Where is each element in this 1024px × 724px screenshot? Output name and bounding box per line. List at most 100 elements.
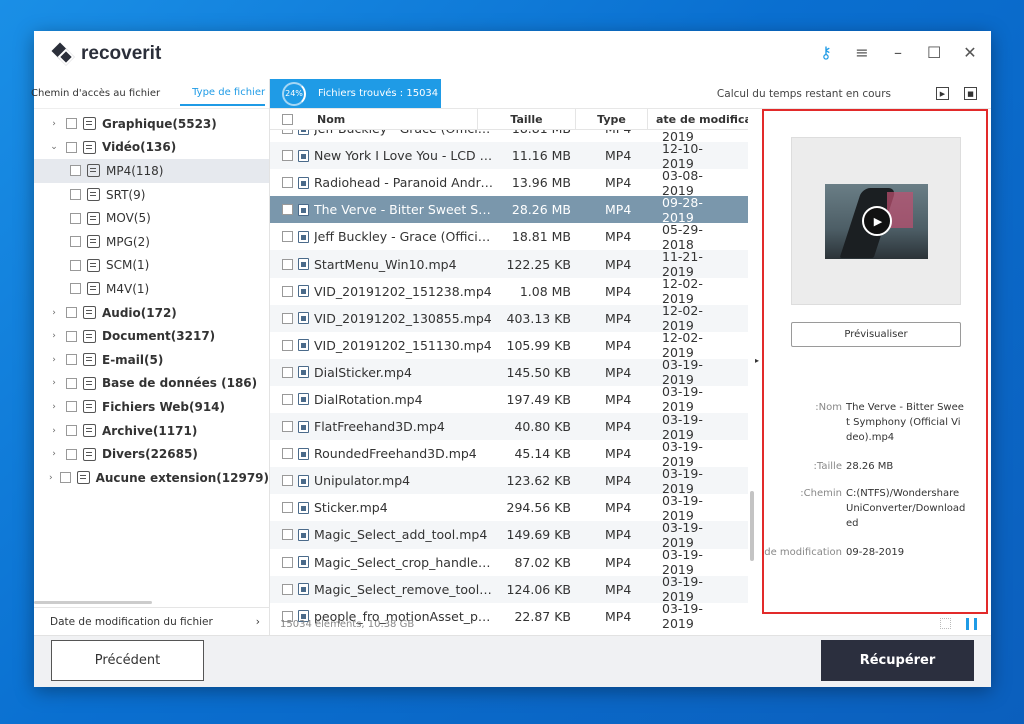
tree-item[interactable]: › Aucune extension(12979) xyxy=(34,466,269,490)
play-pause-icon[interactable]: ▶ xyxy=(936,87,949,100)
table-row[interactable]: Sticker.mp4 294.56 KB MP4 03-19-2019 xyxy=(270,493,748,523)
list-view-icon[interactable] xyxy=(966,618,977,630)
tree-checkbox[interactable] xyxy=(66,330,77,342)
date-filter[interactable]: Date de modification du fichier › xyxy=(34,607,270,635)
stop-icon[interactable]: ■ xyxy=(964,87,977,100)
maximize-icon[interactable]: ☐ xyxy=(927,45,941,61)
row-checkbox[interactable] xyxy=(282,475,293,487)
row-checkbox[interactable] xyxy=(282,177,293,189)
expand-arrow-icon[interactable]: › xyxy=(46,331,62,341)
tree-checkbox[interactable] xyxy=(70,165,81,177)
tree-item[interactable]: MP4(118) xyxy=(34,159,269,183)
table-row[interactable]: VID_20191202_151238.mp4 1.08 MB MP4 12-02-2… xyxy=(270,276,748,306)
tree-item[interactable]: SCM(1) xyxy=(34,254,269,278)
close-icon[interactable]: ✕ xyxy=(963,45,977,61)
header-type[interactable]: Type xyxy=(576,109,648,130)
row-checkbox[interactable] xyxy=(282,339,293,351)
left-horizontal-scrollbar[interactable] xyxy=(34,601,270,604)
table-row[interactable]: RoundedFreehand3D.mp4 45.14 KB MP4 03-19-20… xyxy=(270,439,748,469)
tree-checkbox[interactable] xyxy=(66,307,77,319)
tree-item[interactable]: › Divers(22685) xyxy=(34,442,269,466)
grid-view-icon[interactable] xyxy=(940,618,951,629)
minimize-icon[interactable]: – xyxy=(891,45,905,61)
table-row[interactable]: VID_20191202_130855.mp4 403.13 KB MP4 12-02… xyxy=(270,303,748,333)
table-row[interactable]: DialRotation.mp4 197.49 KB MP4 03-19-2019 xyxy=(270,384,748,414)
expand-preview-icon[interactable]: ▸ xyxy=(755,356,759,365)
expand-arrow-icon[interactable]: › xyxy=(46,402,62,412)
recover-button[interactable]: Récupérer xyxy=(821,640,974,681)
expand-arrow-icon[interactable]: › xyxy=(46,449,62,459)
tree-checkbox[interactable] xyxy=(70,189,81,201)
tree-checkbox[interactable] xyxy=(59,472,71,484)
table-row[interactable]: Jeff Buckley - Grace (Official ... 18.81 … xyxy=(270,222,748,252)
tree-checkbox[interactable] xyxy=(70,259,81,271)
row-checkbox[interactable] xyxy=(282,204,293,216)
tree-checkbox[interactable] xyxy=(66,118,77,130)
table-row[interactable]: DialSticker.mp4 145.50 KB MP4 03-19-2019 xyxy=(270,357,748,387)
tree-checkbox[interactable] xyxy=(66,401,77,413)
play-icon[interactable]: ▶ xyxy=(862,206,892,236)
expand-arrow-icon[interactable]: › xyxy=(46,473,56,483)
table-scrollbar[interactable] xyxy=(748,109,758,635)
expand-arrow-icon[interactable]: › xyxy=(46,378,62,388)
tree-item[interactable]: › Graphique(5523) xyxy=(34,112,269,136)
previous-button[interactable]: Précédent xyxy=(51,640,204,681)
table-row[interactable]: Radiohead - Paranoid Androi... 13.96 MB MP… xyxy=(270,168,748,198)
tree-checkbox[interactable] xyxy=(70,236,81,248)
tree-item[interactable]: › E-mail(5) xyxy=(34,348,269,372)
row-checkbox[interactable] xyxy=(282,393,293,405)
tree-checkbox[interactable] xyxy=(66,425,77,437)
table-row[interactable]: New York I Love You - LCD S... 11.16 MB MP… xyxy=(270,141,748,171)
tree-item[interactable]: MPG(2) xyxy=(34,230,269,254)
select-all-checkbox[interactable] xyxy=(282,113,293,125)
tree-item[interactable]: › Audio(172) xyxy=(34,301,269,325)
preview-button[interactable]: Prévisualiser xyxy=(791,322,961,347)
tree-item[interactable]: SRT(9) xyxy=(34,183,269,207)
tree-checkbox[interactable] xyxy=(70,212,81,224)
row-checkbox[interactable] xyxy=(282,258,293,270)
table-row[interactable]: Magic_Select_add_tool.mp4 149.69 KB MP4 03-… xyxy=(270,520,748,550)
header-date[interactable]: ate de modificatio xyxy=(648,109,748,130)
row-checkbox[interactable] xyxy=(282,312,293,324)
expand-arrow-icon[interactable]: ⌄ xyxy=(46,142,62,152)
tree-checkbox[interactable] xyxy=(66,448,77,460)
row-checkbox[interactable] xyxy=(282,285,293,297)
tree-checkbox[interactable] xyxy=(66,354,77,366)
tree-checkbox[interactable] xyxy=(66,377,77,389)
tree-item[interactable]: › Base de données (186) xyxy=(34,372,269,396)
table-row[interactable]: Magic_Select_remove_tool.m... 124.06 KB MP… xyxy=(270,574,748,604)
table-row[interactable]: Unipulator.mp4 123.62 KB MP4 03-19-2019 xyxy=(270,466,748,496)
header-size[interactable]: Taille xyxy=(478,109,576,130)
tree-item[interactable]: MOV(5) xyxy=(34,206,269,230)
tree-item[interactable]: › Document(3217) xyxy=(34,324,269,348)
row-checkbox[interactable] xyxy=(282,421,293,433)
expand-arrow-icon[interactable]: › xyxy=(46,426,62,436)
tree-checkbox[interactable] xyxy=(66,141,77,153)
tree-item[interactable]: M4V(1) xyxy=(34,277,269,301)
tab-file-type[interactable]: Type de fichier xyxy=(180,81,266,106)
expand-arrow-icon[interactable]: › xyxy=(46,355,62,365)
table-row[interactable]: VID_20191202_151130.mp4 105.99 KB MP4 12-02… xyxy=(270,330,748,360)
key-icon[interactable]: ⚷ xyxy=(819,45,833,61)
expand-arrow-icon[interactable]: › xyxy=(46,119,62,129)
row-checkbox[interactable] xyxy=(282,231,293,243)
row-checkbox[interactable] xyxy=(282,583,293,595)
expand-arrow-icon[interactable]: › xyxy=(46,308,62,318)
row-checkbox[interactable] xyxy=(282,150,293,162)
menu-icon[interactable]: ≡ xyxy=(855,45,869,61)
tree-item[interactable]: ⌄ Vidéo(136) xyxy=(34,136,269,160)
tree-item[interactable]: › Archive(1171) xyxy=(34,419,269,443)
table-row[interactable]: FlatFreehand3D.mp4 40.80 KB MP4 03-19-2019 xyxy=(270,412,748,442)
header-name-col[interactable]: Nom xyxy=(270,109,478,130)
row-checkbox[interactable] xyxy=(282,502,293,514)
row-checkbox[interactable] xyxy=(282,529,293,541)
tree-checkbox[interactable] xyxy=(70,283,81,295)
tree-item[interactable]: › Fichiers Web(914) xyxy=(34,395,269,419)
table-row[interactable]: The Verve - Bitter Sweet Sym... 28.26 MB M… xyxy=(270,195,748,225)
table-row[interactable]: Magic_Select_crop_handles.... 87.02 KB MP4… xyxy=(270,547,748,577)
tab-file-path[interactable]: Chemin d'accès au fichier xyxy=(31,88,170,99)
table-row[interactable]: StartMenu_Win10.mp4 122.25 KB MP4 11-21-201… xyxy=(270,249,748,279)
row-checkbox[interactable] xyxy=(282,556,293,568)
row-checkbox[interactable] xyxy=(282,366,293,378)
row-checkbox[interactable] xyxy=(282,448,293,460)
